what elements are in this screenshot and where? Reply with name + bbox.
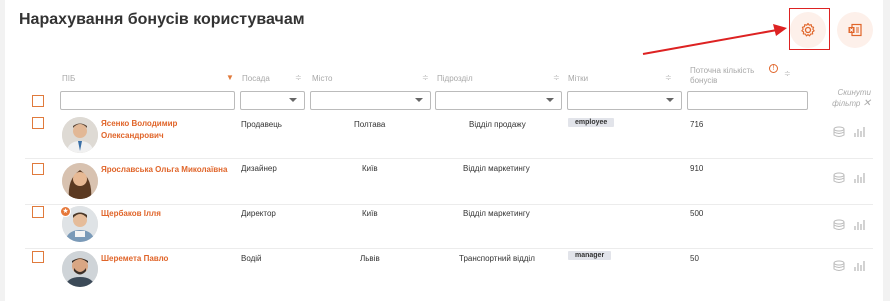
database-icon[interactable]: [833, 260, 845, 272]
bonus-cell: 50: [690, 254, 699, 263]
bonus-filter-input[interactable]: [687, 91, 808, 110]
database-icon[interactable]: [833, 172, 845, 184]
department-cell: Відділ продажу: [469, 120, 526, 129]
annotation-arrow: [642, 24, 787, 55]
position-cell: Директор: [241, 209, 276, 218]
table-row: ★ Щербаков Ілля Директор Київ Відділ мар…: [5, 203, 883, 249]
sort-department-icon[interactable]: ≑: [553, 73, 560, 82]
sort-name-icon[interactable]: ▼: [226, 73, 234, 82]
bonus-cell: 500: [690, 209, 704, 218]
row-actions: [833, 260, 866, 272]
tag-badge: manager: [568, 251, 612, 260]
user-name-link[interactable]: Ясенко Володимир Олександрович: [101, 118, 177, 142]
settings-button[interactable]: [790, 12, 826, 48]
bar-chart-icon[interactable]: [854, 126, 866, 138]
select-all-checkbox[interactable]: [32, 95, 44, 107]
export-icon: [848, 23, 862, 37]
city-cell: Київ: [362, 209, 378, 218]
sort-bonus-icon[interactable]: ≑: [784, 69, 791, 78]
row-actions: [833, 219, 866, 231]
column-header-department: Підрозділ: [437, 74, 473, 83]
avatar: [62, 251, 98, 287]
gear-icon: [801, 22, 815, 37]
department-cell: Транспортний відділ: [459, 254, 535, 263]
position-cell: Продавець: [241, 120, 282, 129]
close-icon: ✕: [862, 98, 871, 109]
column-header-bonus-line2: бонусів: [690, 76, 718, 85]
row-checkbox[interactable]: [32, 117, 44, 129]
column-header-bonus: Поточна кількість бонусів: [690, 66, 754, 86]
chevron-down-icon: [415, 98, 423, 102]
bonus-cell: 716: [690, 120, 704, 129]
avatar: [62, 117, 98, 153]
database-icon[interactable]: [833, 219, 845, 231]
user-name-link[interactable]: Шеремета Павло: [101, 253, 168, 265]
table-row: Ясенко Володимир Олександрович Продавець…: [5, 113, 883, 159]
bonus-cell: 910: [690, 164, 704, 173]
column-header-tags: Мітки: [568, 74, 589, 83]
name-filter-input[interactable]: [60, 91, 235, 110]
bar-chart-icon[interactable]: [854, 260, 866, 272]
department-cell: Відділ маркетингу: [463, 164, 530, 173]
info-icon[interactable]: !: [769, 64, 778, 73]
city-cell: Київ: [362, 164, 378, 173]
column-header-position: Посада: [242, 74, 270, 83]
chevron-down-icon: [289, 98, 297, 102]
position-cell: Водій: [241, 254, 262, 263]
row-checkbox[interactable]: [32, 163, 44, 175]
user-name-link[interactable]: Ярославська Ольга Миколаївна: [101, 164, 227, 176]
database-icon[interactable]: [833, 126, 845, 138]
reset-filter-label-line2: фільтр ✕: [832, 98, 871, 109]
sort-tags-icon[interactable]: ≑: [665, 73, 672, 82]
city-filter-select[interactable]: [310, 91, 431, 110]
bar-chart-icon[interactable]: [854, 219, 866, 231]
column-header-city: Місто: [312, 74, 333, 83]
avatar: [62, 163, 98, 199]
export-button[interactable]: [837, 12, 873, 48]
city-cell: Полтава: [354, 120, 386, 129]
reset-filter-label-line1: Скинути: [837, 88, 871, 97]
table-row: Ярославська Ольга Миколаївна Дизайнер Ки…: [5, 159, 883, 205]
bonus-page: Нарахування бонусів користувачам ПІБ ▼ П…: [5, 0, 883, 301]
sort-position-icon[interactable]: ≑: [295, 73, 302, 82]
row-actions: [833, 172, 866, 184]
page-title: Нарахування бонусів користувачам: [19, 11, 305, 28]
sort-city-icon[interactable]: ≑: [422, 73, 429, 82]
position-filter-select[interactable]: [240, 91, 305, 110]
tags-filter-select[interactable]: [567, 91, 682, 110]
department-filter-select[interactable]: [435, 91, 562, 110]
user-name-line1: Ясенко Володимир: [101, 119, 178, 128]
department-cell: Відділ маркетингу: [463, 209, 530, 218]
row-checkbox[interactable]: [32, 206, 44, 218]
star-badge-icon: ★: [60, 206, 71, 217]
column-header-bonus-line1: Поточна кількість: [690, 66, 755, 75]
row-checkbox[interactable]: [32, 251, 44, 263]
tag-badge: employee: [568, 118, 615, 127]
table-row: Шеремета Павло Водій Львів Транспортний …: [5, 249, 883, 295]
bar-chart-icon[interactable]: [854, 172, 866, 184]
column-header-name: ПІБ: [62, 74, 76, 83]
user-name-line2: Олександрович: [101, 131, 164, 140]
chevron-down-icon: [666, 98, 674, 102]
row-actions: [833, 126, 866, 138]
position-cell: Дизайнер: [241, 164, 277, 173]
city-cell: Львів: [360, 254, 380, 263]
chevron-down-icon: [546, 98, 554, 102]
reset-filter-button[interactable]: Скинути фільтр ✕: [813, 87, 871, 109]
user-name-link[interactable]: Щербаков Ілля: [101, 208, 161, 220]
